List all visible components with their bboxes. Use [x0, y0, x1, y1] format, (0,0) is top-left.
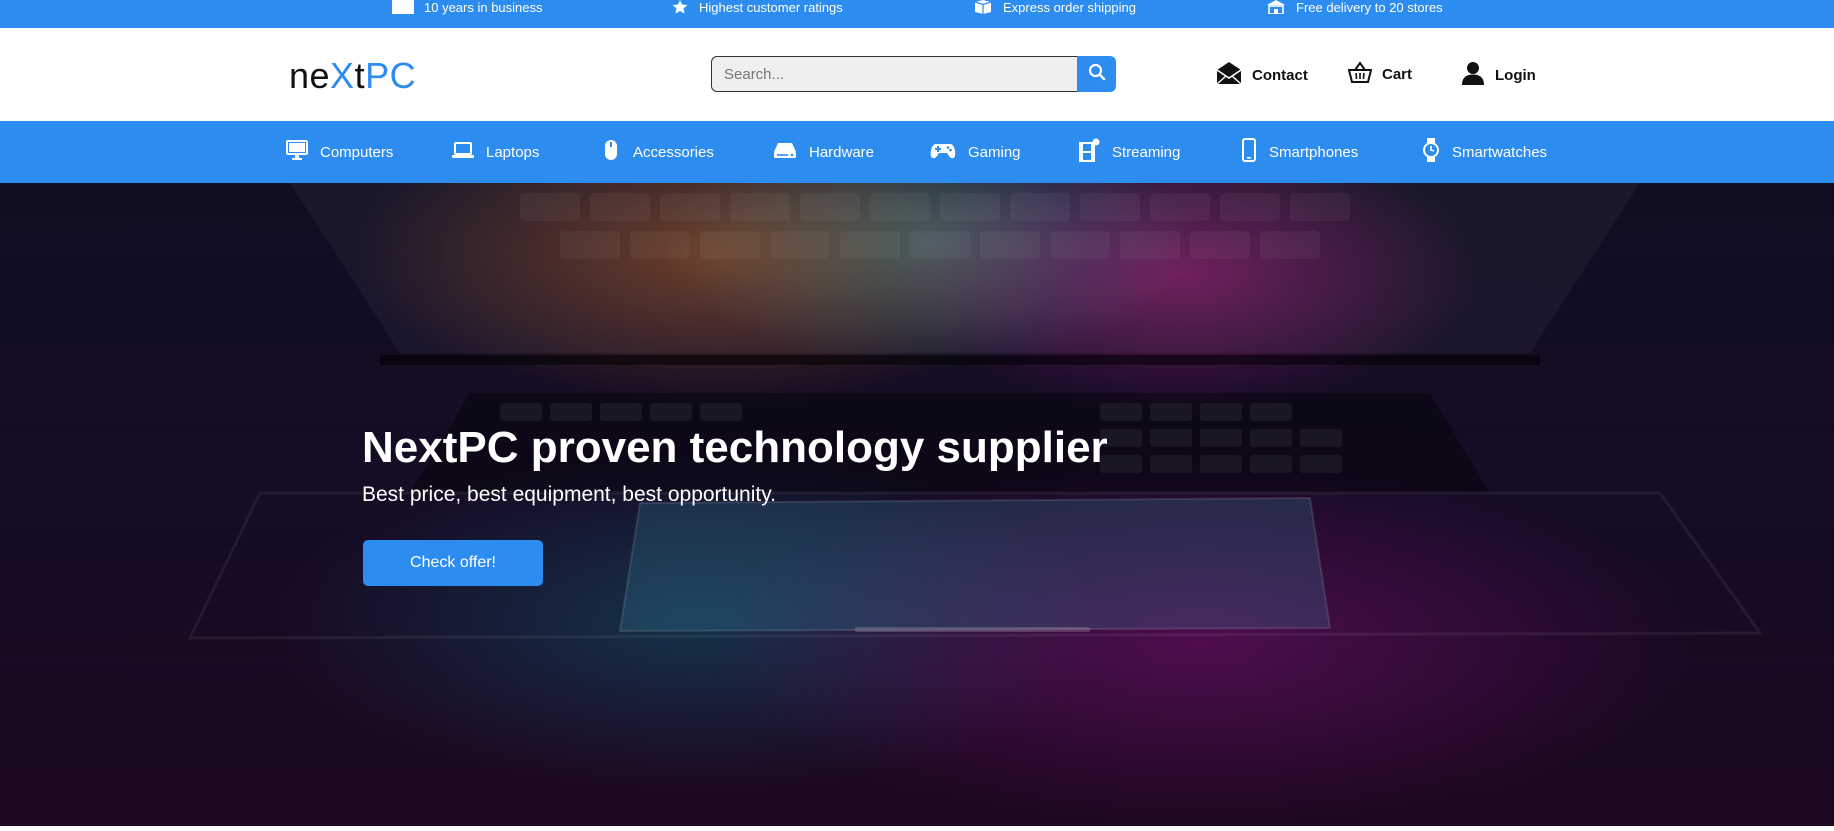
nav-item-laptops[interactable]: Laptops	[452, 139, 539, 165]
flag-icon	[392, 0, 414, 14]
nav-item-label: Accessories	[633, 143, 714, 161]
nav-item-accessories[interactable]: Accessories	[601, 139, 714, 165]
laptop-icon	[452, 139, 474, 165]
search-button[interactable]	[1077, 56, 1116, 92]
mouse-icon	[601, 139, 621, 165]
film-icon	[1078, 138, 1100, 166]
topbar-item-label: Highest customer ratings	[699, 0, 843, 15]
basket-icon	[1347, 61, 1373, 87]
gamepad-icon	[930, 139, 956, 165]
monitor-icon	[286, 139, 308, 165]
nav-item-label: Smartwatches	[1452, 143, 1548, 161]
logo-text-ne: ne	[289, 55, 331, 96]
contact-link[interactable]: Contact	[1216, 61, 1308, 89]
nav-item-computers[interactable]: Computers	[286, 139, 393, 165]
topbar-item-business-years: 10 years in business	[392, 0, 543, 15]
watch-icon	[1422, 138, 1440, 166]
smartphone-icon	[1241, 138, 1257, 166]
login-label: Login	[1495, 66, 1536, 84]
user-icon	[1461, 61, 1485, 89]
contact-label: Contact	[1252, 66, 1308, 84]
hero-subtitle: Best price, best equipment, best opportu…	[362, 483, 777, 506]
box-icon	[973, 0, 993, 14]
laptop-background-image	[0, 183, 1834, 826]
search-input[interactable]	[711, 56, 1078, 92]
nav-item-label: Computers	[320, 143, 394, 161]
search-icon	[1088, 63, 1106, 86]
store-icon	[1266, 0, 1286, 14]
nav-item-label: Streaming	[1112, 143, 1181, 161]
site-header: neXtPC Contact Cart Login	[0, 28, 1834, 121]
hero-title: NextPC proven technology supplier	[362, 423, 1108, 472]
nav-item-streaming[interactable]: Streaming	[1078, 138, 1181, 166]
logo-text-x: X	[330, 55, 355, 96]
nav-item-gaming[interactable]: Gaming	[930, 139, 1021, 165]
nav-item-smartphones[interactable]: Smartphones	[1241, 138, 1359, 166]
nav-item-smartwatches[interactable]: Smartwatches	[1422, 138, 1548, 166]
site-logo[interactable]: neXtPC	[289, 56, 416, 96]
login-link[interactable]: Login	[1461, 61, 1536, 89]
cart-label: Cart	[1382, 65, 1413, 83]
hero-banner: NextPC proven technology supplier Best p…	[0, 183, 1834, 826]
nav-item-label: Gaming	[968, 143, 1021, 161]
nav-item-label: Hardware	[809, 143, 875, 161]
category-nav: Computers Laptops Accessories Hardware G…	[0, 121, 1834, 183]
cart-link[interactable]: Cart	[1347, 61, 1413, 87]
envelope-icon	[1216, 61, 1242, 89]
logo-text-pc: PC	[365, 55, 417, 96]
hard-drive-icon	[773, 139, 797, 165]
logo-text-t: t	[354, 55, 366, 96]
star-icon	[671, 0, 689, 14]
topbar-item-shipping: Express order shipping	[973, 0, 1136, 15]
topbar-item-delivery: Free delivery to 20 stores	[1266, 0, 1443, 15]
nav-item-label: Smartphones	[1269, 143, 1359, 161]
top-info-bar: 10 years in business Highest customer ra…	[0, 0, 1834, 28]
topbar-item-label: Free delivery to 20 stores	[1296, 0, 1443, 15]
search-bar	[711, 56, 1116, 92]
nav-item-hardware[interactable]: Hardware	[773, 139, 874, 165]
topbar-item-ratings: Highest customer ratings	[671, 0, 843, 15]
nav-item-label: Laptops	[486, 143, 540, 161]
topbar-item-label: Express order shipping	[1003, 0, 1136, 15]
check-offer-button[interactable]: Check offer!	[363, 540, 543, 586]
topbar-item-label: 10 years in business	[424, 0, 543, 15]
